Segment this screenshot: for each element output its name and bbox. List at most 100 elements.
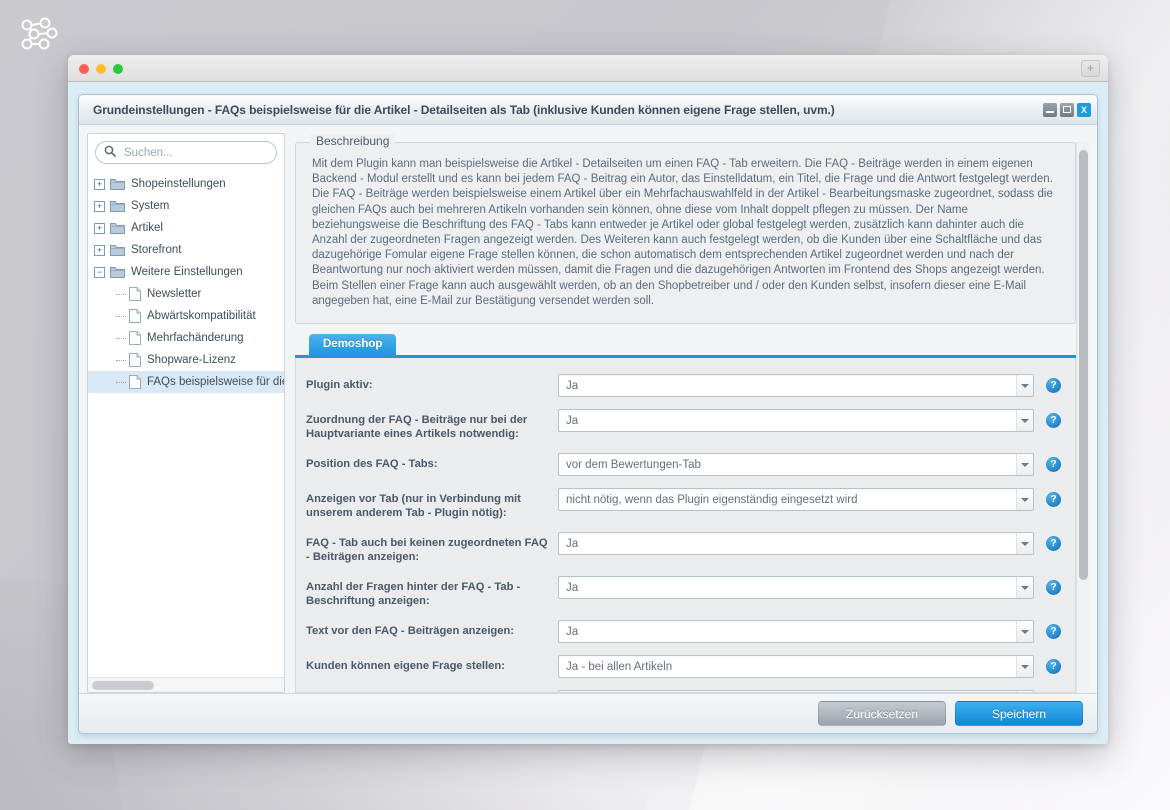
help-icon[interactable]: ? [1046, 457, 1061, 473]
dropdown-1[interactable]: Ja [558, 409, 1034, 433]
description-fieldset: Beschreibung Mit dem Plugin kann man bei… [295, 134, 1076, 325]
search-icon [104, 144, 116, 162]
dropdown-3[interactable]: nicht nötig, wenn das Plugin eigenständi… [558, 488, 1034, 512]
help-icon[interactable]: ? [1046, 413, 1061, 429]
chevron-down-icon[interactable] [1016, 621, 1033, 643]
file-icon [129, 331, 141, 345]
form-label: Text vor den FAQ - Beiträgen anzeigen: [306, 625, 515, 638]
new-tab-button[interactable]: + [1081, 60, 1100, 77]
help-icon[interactable]: ? [1046, 492, 1061, 508]
tree-item-6[interactable]: Abwärtskompatibilität [88, 305, 284, 327]
browser-viewport: Grundeinstellungen - FAQs beispielsweise… [68, 82, 1108, 744]
tree-item-4[interactable]: − Weitere Einstellungen [88, 261, 284, 283]
tree-connector [116, 315, 126, 317]
browser-titlebar: + [68, 55, 1108, 82]
tree-item-9[interactable]: FAQs beispielsweise für die Artikel - De… [88, 371, 284, 393]
settings-footer: Zurücksetzen Speichern [79, 693, 1097, 733]
folder-icon [110, 178, 125, 190]
settings-tree[interactable]: + Shopeinstellungen + System + Artikel + Storef… [88, 170, 284, 677]
dropdown-4[interactable]: Ja [558, 532, 1034, 556]
tree-item-label: Shopware-Lizenz [147, 354, 236, 366]
settings-tree-panel: + Shopeinstellungen + System + Artikel + Storef… [87, 133, 285, 693]
expand-icon[interactable]: + [94, 244, 105, 256]
tree-search-wrap [88, 134, 284, 170]
search-box[interactable] [95, 141, 280, 164]
tree-scroll-thumb[interactable] [92, 681, 154, 690]
dropdown-value: Ja [566, 537, 579, 550]
form-row-2: Position des FAQ - Tabs: vor dem Bewertun… [306, 453, 1061, 477]
expand-icon[interactable]: + [94, 200, 105, 212]
settings-window: Grundeinstellungen - FAQs beispielsweise… [78, 94, 1098, 734]
description-text: Mit dem Plugin kann man beispielsweise d… [312, 158, 1053, 307]
expand-icon[interactable]: + [94, 222, 105, 234]
form-row-8: Feld E-Mail anzeigen:Nein? [306, 690, 1061, 693]
tab-demoshop[interactable]: Demoshop [309, 334, 397, 356]
tree-connector [116, 293, 126, 295]
form-row-3: Anzeigen vor Tab (nur in Verbindung mit … [306, 488, 1061, 520]
save-button[interactable]: Speichern [955, 701, 1083, 726]
window-controls[interactable]: X [1043, 102, 1091, 117]
dropdown-2[interactable]: vor dem Bewertungen-Tab [558, 453, 1034, 477]
window-traffic-lights[interactable] [79, 64, 123, 74]
form-label: Kunden können eigene Frage stellen: [306, 660, 505, 673]
dropdown-value: Ja [566, 414, 579, 427]
reset-button[interactable]: Zurücksetzen [818, 701, 946, 726]
tree-item-label: Storefront [131, 244, 182, 256]
chevron-down-icon[interactable] [1016, 375, 1033, 397]
description-legend: Beschreibung [310, 134, 396, 148]
tree-item-label: Mehrfachänderung [147, 332, 244, 344]
tree-item-5[interactable]: Newsletter [88, 283, 284, 305]
form-label: FAQ - Tab auch bei keinen zugeordneten F… [306, 537, 548, 564]
chevron-down-icon[interactable] [1016, 489, 1033, 511]
form-row-1: Zuordnung der FAQ - Beiträge nur bei der… [306, 409, 1061, 441]
form-row-4: FAQ - Tab auch bei keinen zugeordneten F… [306, 532, 1061, 564]
dropdown-7[interactable]: Ja - bei allen Artikeln [558, 655, 1034, 679]
help-icon[interactable]: ? [1046, 659, 1061, 675]
close-window-dot[interactable] [79, 64, 89, 74]
tree-item-2[interactable]: + Artikel [88, 217, 284, 239]
chevron-down-icon[interactable] [1016, 577, 1033, 599]
dropdown-6[interactable]: Ja [558, 620, 1034, 644]
collapse-icon[interactable]: − [94, 266, 105, 278]
main-scroll-thumb[interactable] [1079, 150, 1088, 580]
form-label: Anzeigen vor Tab (nur in Verbindung mit … [306, 493, 521, 520]
chevron-down-icon[interactable] [1016, 410, 1033, 432]
chevron-down-icon[interactable] [1016, 656, 1033, 678]
dropdown-value: Ja - bei allen Artikeln [566, 660, 673, 673]
form-label: Anzahl der Fragen hinter der FAQ - Tab -… [306, 581, 521, 608]
tree-item-label: Abwärtskompatibilität [147, 310, 256, 322]
tree-item-7[interactable]: Mehrfachänderung [88, 327, 284, 349]
tree-item-label: Weitere Einstellungen [131, 266, 243, 278]
chevron-down-icon[interactable] [1016, 454, 1033, 476]
shop-tabstrip[interactable]: Demoshop [295, 334, 1076, 359]
tree-horizontal-scrollbar[interactable] [88, 677, 284, 692]
dropdown-0[interactable]: Ja [558, 374, 1034, 398]
maximize-icon[interactable] [1060, 102, 1074, 117]
zoom-window-dot[interactable] [113, 64, 123, 74]
form-label: Plugin aktiv: [306, 379, 373, 392]
chevron-down-icon[interactable] [1016, 691, 1033, 693]
help-icon[interactable]: ? [1046, 378, 1061, 394]
close-icon[interactable]: X [1077, 102, 1091, 117]
settings-form: Plugin aktiv: Ja? Zuordnung der FAQ - Beit… [295, 358, 1076, 693]
file-icon [129, 375, 141, 389]
help-icon[interactable]: ? [1046, 624, 1061, 640]
tree-item-8[interactable]: Shopware-Lizenz [88, 349, 284, 371]
help-icon[interactable]: ? [1046, 536, 1061, 552]
dropdown-5[interactable]: Ja [558, 576, 1034, 600]
page-title: Grundeinstellungen - FAQs beispielsweise… [93, 102, 835, 117]
folder-icon [110, 222, 125, 234]
file-icon [129, 309, 141, 323]
tree-item-0[interactable]: + Shopeinstellungen [88, 173, 284, 195]
tree-item-1[interactable]: + System [88, 195, 284, 217]
chevron-down-icon[interactable] [1016, 533, 1033, 555]
dropdown-8[interactable]: Nein [558, 690, 1034, 693]
main-vertical-scrollbar[interactable] [1076, 142, 1089, 693]
minimize-icon[interactable] [1043, 102, 1057, 117]
minimize-window-dot[interactable] [96, 64, 106, 74]
tree-item-3[interactable]: + Storefront [88, 239, 284, 261]
help-icon[interactable]: ? [1046, 580, 1061, 596]
expand-icon[interactable]: + [94, 178, 105, 190]
search-input[interactable] [122, 145, 280, 160]
form-row-0: Plugin aktiv: Ja? [306, 374, 1061, 398]
